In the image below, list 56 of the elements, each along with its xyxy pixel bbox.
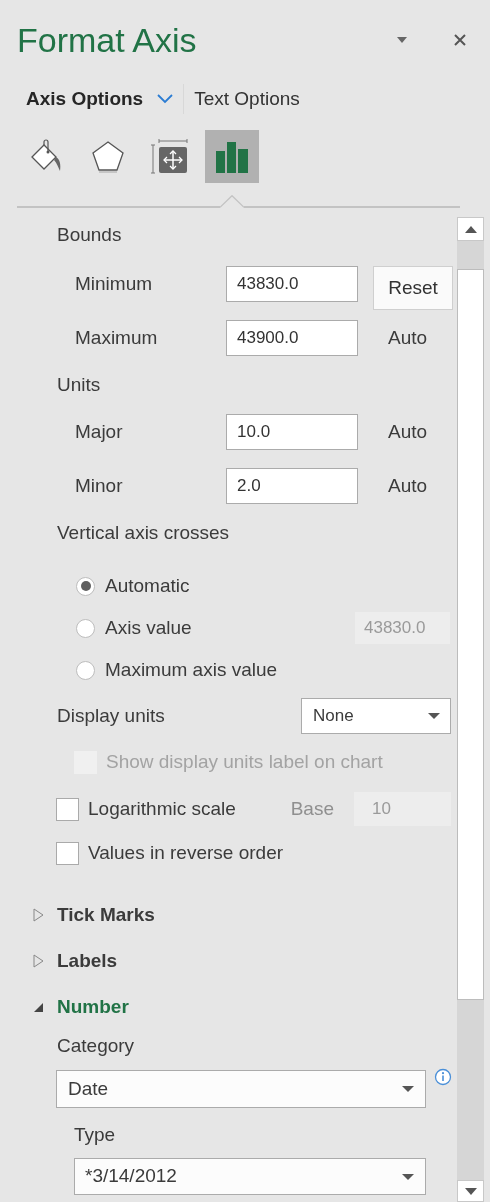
- field-label: Minimum: [74, 271, 154, 296]
- option-label: Axis value: [105, 615, 193, 640]
- checkbox-label: Values in reverse order: [88, 840, 284, 865]
- number-field[interactable]: 43830.0: [226, 266, 358, 302]
- section-header[interactable]: Labels: [33, 946, 118, 976]
- field-label: Major: [74, 419, 124, 444]
- auto-label: Auto: [388, 473, 428, 498]
- number-field[interactable]: 43900.0: [226, 320, 358, 356]
- caret-icon: [402, 1173, 414, 1180]
- category-dropdown[interactable]: Date: [56, 1070, 426, 1108]
- section-label: Units: [57, 372, 101, 397]
- collapsed-triangle-icon: [33, 954, 44, 968]
- panel-title: Format Axis: [17, 23, 198, 57]
- base-label: Base: [290, 796, 334, 821]
- field-label: Minor: [74, 473, 124, 498]
- auto-label: Auto: [388, 325, 428, 350]
- section-header[interactable]: Number: [33, 992, 129, 1022]
- checkbox[interactable]: [56, 841, 79, 865]
- expanded-triangle-icon: [33, 1001, 44, 1013]
- scrollbar-thumb[interactable]: [457, 269, 484, 1000]
- option-label: Automatic: [105, 573, 191, 598]
- checkbox[interactable]: [56, 797, 79, 821]
- radio-button[interactable]: [76, 618, 95, 638]
- radio-button[interactable]: [76, 576, 95, 596]
- checkbox-label: Show display units label on chart: [106, 749, 383, 774]
- panel-tab[interactable]: Text Options: [194, 84, 300, 114]
- radio-button[interactable]: [76, 660, 95, 680]
- category-tab[interactable]: [205, 130, 259, 183]
- down-arrow-icon: [464, 1187, 477, 1195]
- caret-icon: [402, 1086, 414, 1092]
- number-field[interactable]: 2.0: [226, 468, 358, 504]
- size-properties-icon: [151, 138, 189, 175]
- field-label: Display units: [57, 703, 166, 728]
- option-label: Maximum axis value: [105, 657, 279, 682]
- reset-button[interactable]: Reset: [373, 266, 453, 310]
- info-icon: [434, 1068, 452, 1086]
- close-icon: [454, 34, 466, 46]
- auto-label: Auto: [388, 419, 428, 444]
- scroll-up-button[interactable]: [457, 217, 484, 241]
- panel-tab[interactable]: Axis Options: [26, 84, 174, 114]
- section-label: Vertical axis crosses: [57, 520, 230, 545]
- collapsed-triangle-icon: [33, 908, 44, 922]
- caret-icon: [428, 713, 440, 719]
- number-field[interactable]: 10.0: [226, 414, 358, 450]
- field-label: Category: [57, 1033, 135, 1058]
- section-header[interactable]: Tick Marks: [33, 900, 155, 930]
- caret-icon: [397, 37, 407, 43]
- display-units-dropdown[interactable]: None: [301, 698, 451, 734]
- up-arrow-icon: [464, 225, 477, 233]
- field-label: Maximum: [74, 325, 159, 350]
- checkbox-label: Logarithmic scale: [88, 796, 236, 821]
- chevron-icon: [157, 94, 174, 104]
- field-label: Type: [74, 1122, 116, 1147]
- scroll-down-button[interactable]: [457, 1180, 484, 1202]
- section-label: Bounds: [57, 222, 122, 247]
- type-dropdown[interactable]: *3/14/2012: [74, 1158, 426, 1195]
